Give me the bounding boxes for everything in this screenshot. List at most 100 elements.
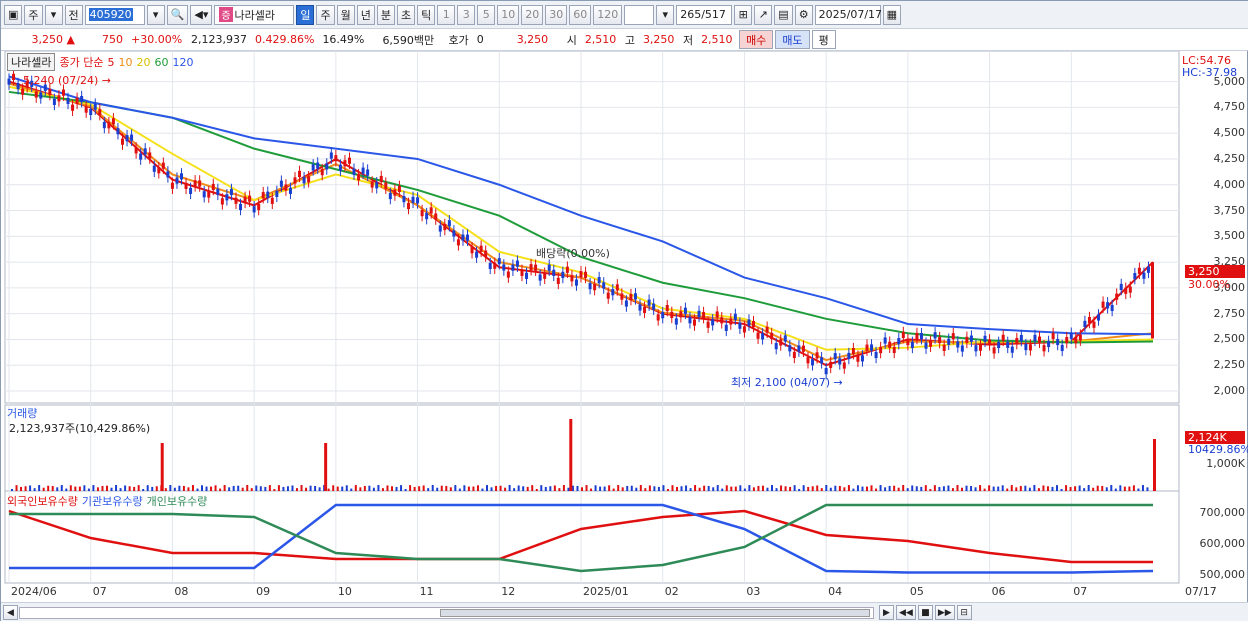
- volume-bar: [775, 488, 778, 491]
- candle-body: [692, 319, 696, 326]
- candle-body: [929, 340, 933, 347]
- candle-body: [434, 213, 438, 220]
- candle-body: [847, 352, 851, 360]
- stock-code-input[interactable]: 405920: [84, 4, 145, 25]
- sell-button[interactable]: 매도: [775, 30, 810, 49]
- candle-body: [538, 274, 542, 281]
- candle-body: [611, 289, 615, 296]
- candle-body: [493, 262, 497, 269]
- volume-bar: [1137, 488, 1140, 491]
- volume-bar: [535, 488, 538, 491]
- candle-body: [615, 284, 619, 291]
- volume-bar: [418, 486, 421, 491]
- eval-button[interactable]: 평: [811, 30, 836, 49]
- tab-month[interactable]: 월: [336, 4, 355, 25]
- volume-bar: [635, 487, 638, 491]
- stop-icon[interactable]: ■: [917, 605, 933, 620]
- interval-input[interactable]: [624, 4, 655, 25]
- horizontal-scrollbar[interactable]: [19, 607, 874, 619]
- play-icon[interactable]: ▶: [879, 605, 894, 620]
- holding-legend: 외국인보유수량 기관보유수량 개인보유수량: [7, 493, 207, 509]
- candle-body: [34, 91, 38, 98]
- interval-3[interactable]: 3: [457, 4, 476, 25]
- dropdown-icon[interactable]: ▾: [44, 4, 63, 25]
- grid-icon[interactable]: ⊞: [734, 4, 753, 25]
- rewind-icon[interactable]: ◀◀: [896, 605, 916, 620]
- interval-1[interactable]: 1: [437, 4, 456, 25]
- interval-30[interactable]: 30: [545, 4, 568, 25]
- interval-10[interactable]: 10: [497, 4, 520, 25]
- candle-body: [525, 272, 529, 279]
- candle-body: [820, 357, 824, 364]
- speaker-icon[interactable]: ◀▾: [190, 4, 213, 25]
- volume-bar: [1096, 485, 1099, 491]
- volume-bar: [838, 485, 841, 491]
- interval-dropdown-icon[interactable]: ▾: [656, 4, 675, 25]
- candle-body: [75, 97, 79, 104]
- chart-area[interactable]: 나라셀라 종가 단순 5 10 20 60 120 5,240 (07/24) …: [1, 51, 1248, 602]
- volume-bar: [219, 488, 222, 491]
- period-prefix[interactable]: 주: [24, 4, 43, 25]
- volume-bar: [676, 486, 678, 491]
- tab-week[interactable]: 주: [316, 4, 335, 25]
- tab-second[interactable]: 초: [396, 4, 416, 25]
- candle-body: [1119, 283, 1123, 291]
- zoom-icon[interactable]: ⊟: [956, 605, 972, 620]
- chart-canvas[interactable]: [1, 51, 1248, 602]
- volume-bar: [531, 485, 534, 491]
- prev-button[interactable]: 전: [64, 4, 83, 25]
- draw-icon[interactable]: ↗: [754, 4, 773, 25]
- volume-bar: [979, 485, 982, 491]
- volume-bar: [820, 488, 823, 491]
- volume-bar: [499, 485, 502, 491]
- search-icon[interactable]: 🔍: [166, 4, 189, 25]
- volume-bar: [345, 485, 348, 491]
- volume-bar: [74, 486, 77, 491]
- legend-stock-name[interactable]: 나라셀라: [7, 53, 56, 71]
- volume-bar: [1015, 487, 1018, 491]
- volume-bar: [422, 485, 425, 491]
- scroll-left-icon[interactable]: ◀: [3, 605, 18, 620]
- volume-bar: [793, 485, 796, 491]
- volume-bar: [861, 486, 864, 491]
- gear-icon[interactable]: ⚙: [794, 4, 813, 25]
- volume-bar: [603, 486, 606, 491]
- scroll-thumb[interactable]: [440, 609, 870, 617]
- volume-bar: [988, 485, 991, 491]
- ask-value: 0: [476, 33, 484, 46]
- interval-60[interactable]: 60: [569, 4, 592, 25]
- tab-minute[interactable]: 분: [376, 4, 395, 25]
- pct-tag: 30.00%: [1188, 278, 1230, 291]
- tab-day[interactable]: 일: [296, 4, 315, 25]
- date-input[interactable]: 2025/07/17: [814, 4, 882, 25]
- candle-body: [860, 355, 864, 362]
- candle-body: [234, 197, 238, 204]
- candle-body: [969, 335, 973, 342]
- code-dropdown-icon[interactable]: ▾: [146, 4, 165, 25]
- save-icon[interactable]: ▤: [774, 4, 793, 25]
- forward-icon[interactable]: ▶▶: [934, 605, 955, 620]
- tab-tick[interactable]: 틱: [417, 4, 436, 25]
- interval-5[interactable]: 5: [477, 4, 496, 25]
- candle-body: [715, 311, 719, 318]
- x-tick-label: 07: [92, 585, 107, 598]
- tab-year[interactable]: 년: [356, 4, 375, 25]
- candle-body: [515, 260, 519, 267]
- stock-name-field[interactable]: 증 나라셀라: [214, 4, 295, 25]
- volume-bar: [992, 486, 995, 491]
- candle-body: [1078, 334, 1082, 341]
- candle-body: [1137, 267, 1141, 274]
- candle-body: [665, 304, 669, 312]
- interval-120[interactable]: 120: [593, 4, 623, 25]
- interval-20[interactable]: 20: [521, 4, 544, 25]
- candle-body: [506, 271, 510, 278]
- volume-bar: [703, 485, 706, 491]
- volume-bar: [671, 485, 674, 491]
- calendar-icon[interactable]: ▦: [882, 4, 902, 25]
- x-tick-label: 03: [746, 585, 761, 598]
- layout-icon[interactable]: ▣: [4, 4, 23, 25]
- volume-bar: [956, 485, 959, 491]
- candle-body: [384, 182, 388, 189]
- buy-button[interactable]: 매수: [739, 30, 774, 49]
- count-field[interactable]: 265 /517: [676, 4, 733, 25]
